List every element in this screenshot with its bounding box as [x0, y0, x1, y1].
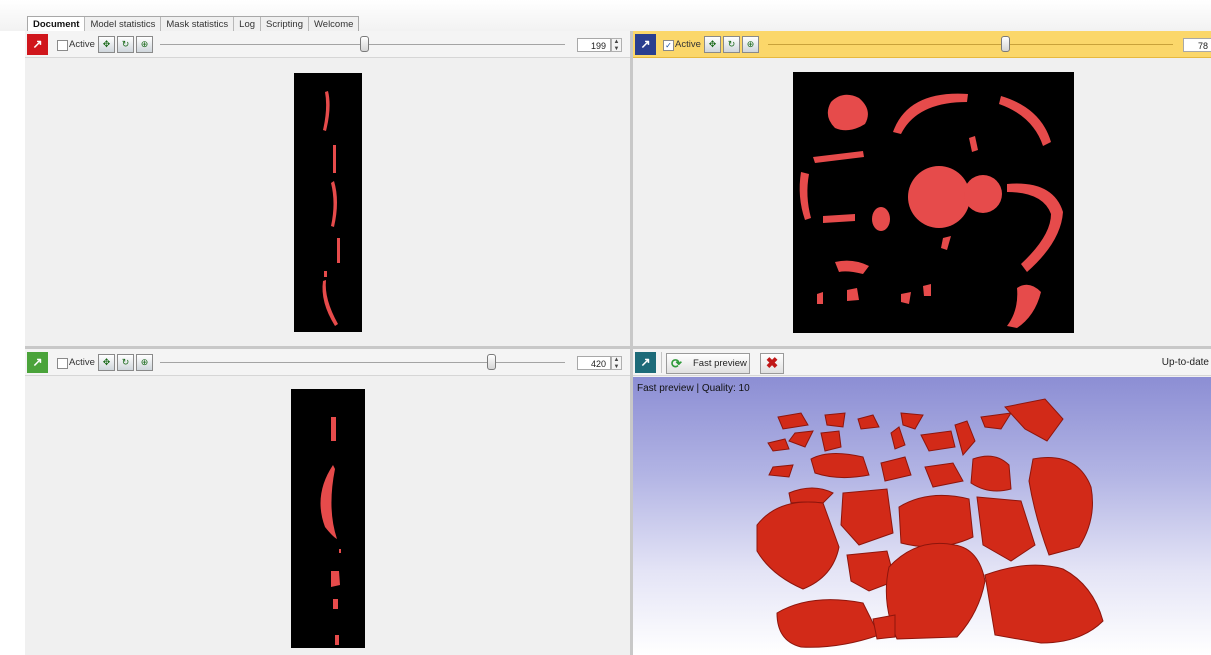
tab-welcome[interactable]: Welcome	[309, 17, 358, 32]
slice-slider[interactable]	[160, 362, 565, 363]
pan-icon[interactable]: ✥	[98, 36, 115, 53]
slice-spinner[interactable]: ▲ ▼	[611, 38, 622, 52]
3d-view-toolbar: ↗ ⟳ Fast preview ✖ Up-to-date	[633, 349, 1211, 376]
fast-preview-button[interactable]: ⟳ Fast preview	[666, 353, 750, 374]
active-checkbox[interactable]	[57, 358, 68, 369]
slice-slider[interactable]	[768, 44, 1173, 45]
tab-log[interactable]: Log	[234, 17, 262, 32]
render-status: Up-to-date	[1161, 357, 1209, 368]
active-checkbox[interactable]	[57, 40, 68, 51]
rotate-icon[interactable]: ↻	[723, 36, 740, 53]
3d-fragments-render	[756, 398, 1104, 648]
maximize-icon[interactable]: ↗	[635, 34, 656, 55]
tab-mask-statistics[interactable]: Mask statistics	[161, 17, 235, 32]
active-checkbox[interactable]: ✓	[663, 40, 674, 51]
zoom-icon[interactable]: ⊕	[136, 36, 153, 53]
document-tabs: Document Model statistics Mask statistic…	[27, 16, 360, 32]
pan-icon[interactable]: ✥	[704, 36, 721, 53]
sagittal-slice-image[interactable]	[291, 389, 365, 648]
maximize-icon[interactable]: ↗	[27, 34, 48, 55]
tab-document[interactable]: Document	[28, 17, 86, 32]
axial-view: ↗ ✓ Active ✥ ↻ ⊕ 78	[633, 31, 1211, 346]
slice-number-input[interactable]: 78	[1183, 38, 1211, 52]
sagittal-mask-overlay	[320, 417, 341, 645]
cancel-icon[interactable]: ✖	[760, 353, 784, 374]
tab-scripting[interactable]: Scripting	[261, 17, 309, 32]
zoom-icon[interactable]: ⊕	[742, 36, 759, 53]
coronal-slice-image[interactable]	[294, 73, 362, 332]
coronal-view-toolbar: ↗ Active ✥ ↻ ⊕ 199 ▲ ▼	[25, 31, 630, 58]
slice-slider-thumb[interactable]	[1001, 36, 1010, 52]
refresh-icon: ⟳	[671, 356, 682, 371]
axial-view-toolbar: ↗ ✓ Active ✥ ↻ ⊕ 78	[633, 31, 1211, 58]
maximize-icon[interactable]: ↗	[635, 352, 656, 373]
axial-mask-overlay	[799, 93, 1063, 328]
sagittal-view: ↗ Active ✥ ↻ ⊕ 420 ▲ ▼	[25, 349, 630, 655]
rotate-icon[interactable]: ↻	[117, 36, 134, 53]
slice-number-input[interactable]: 420	[577, 356, 611, 370]
pan-icon[interactable]: ✥	[98, 354, 115, 371]
active-label: Active	[69, 357, 95, 368]
active-label: Active	[675, 39, 701, 50]
active-label: Active	[69, 39, 95, 50]
rotate-icon[interactable]: ↻	[117, 354, 134, 371]
3d-view: ↗ ⟳ Fast preview ✖ Up-to-date Fast previ…	[633, 349, 1211, 655]
coronal-mask-overlay	[322, 91, 340, 326]
axial-slice-image[interactable]	[793, 72, 1074, 333]
fast-preview-label: Fast preview	[693, 358, 747, 369]
zoom-icon[interactable]: ⊕	[136, 354, 153, 371]
maximize-icon[interactable]: ↗	[27, 352, 48, 373]
slice-spinner[interactable]: ▲ ▼	[611, 356, 622, 370]
sagittal-view-toolbar: ↗ Active ✥ ↻ ⊕ 420 ▲ ▼	[25, 349, 630, 376]
toolbar-separator	[661, 352, 662, 373]
view-workspace: ↗ Active ✥ ↻ ⊕ 199 ▲ ▼ ↗ ✓ Active ✥ ↻ ⊕ …	[25, 31, 1211, 655]
3d-render-viewport[interactable]: Fast preview | Quality: 10	[633, 377, 1211, 655]
slice-number-input[interactable]: 199	[577, 38, 611, 52]
coronal-view: ↗ Active ✥ ↻ ⊕ 199 ▲ ▼	[25, 31, 630, 346]
slice-slider-thumb[interactable]	[487, 354, 496, 370]
slice-slider-thumb[interactable]	[360, 36, 369, 52]
tab-bar: Document Model statistics Mask statistic…	[0, 0, 1211, 32]
tab-model-statistics[interactable]: Model statistics	[85, 17, 162, 32]
